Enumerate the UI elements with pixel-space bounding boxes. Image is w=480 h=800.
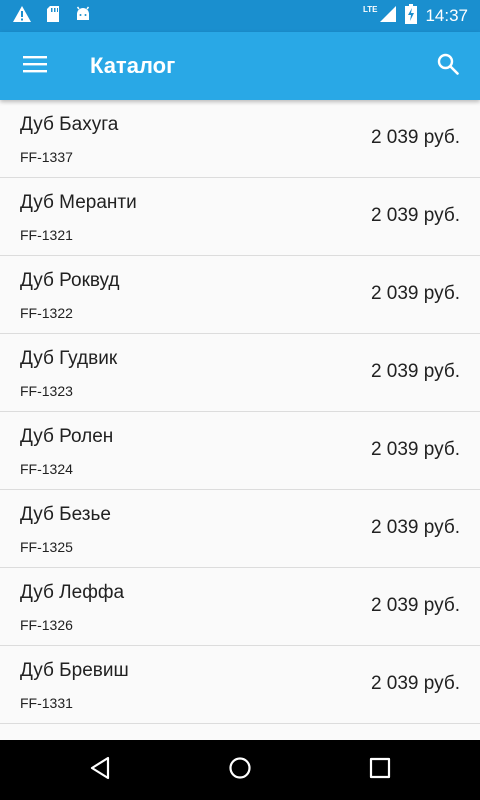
list-item[interactable]: Дуб Безье FF-1325 2 039 руб. <box>0 490 480 568</box>
item-price: 2 039 руб. <box>370 127 460 148</box>
menu-icon <box>23 55 47 78</box>
item-price: 2 039 руб. <box>370 517 460 538</box>
navigation-bar <box>0 740 480 800</box>
signal-icon <box>379 5 397 28</box>
status-bar: LTE 14:37 <box>0 0 480 32</box>
item-name: Дуб Меранти <box>20 192 137 213</box>
status-bar-system: LTE 14:37 <box>363 0 468 32</box>
list-item[interactable]: Дуб Бревиш FF-1331 2 039 руб. <box>0 646 480 724</box>
item-price: 2 039 руб. <box>370 283 460 304</box>
list-item[interactable]: Дуб Леффа FF-1326 2 039 руб. <box>0 568 480 646</box>
item-price: 2 039 руб. <box>370 439 460 460</box>
recents-icon <box>369 757 391 784</box>
search-button[interactable] <box>428 46 468 86</box>
status-bar-notifications <box>12 0 92 32</box>
battery-charging-icon <box>405 3 418 29</box>
item-code: FF-1323 <box>20 383 73 399</box>
catalog-list[interactable]: Дуб Бахуга FF-1337 2 039 руб. Дуб Мерант… <box>0 100 480 740</box>
android-icon <box>74 5 92 28</box>
warning-icon <box>12 5 32 28</box>
item-code: FF-1325 <box>20 539 73 555</box>
item-code: FF-1322 <box>20 305 73 321</box>
item-name: Дуб Бахуга <box>20 114 119 135</box>
item-code: FF-1324 <box>20 461 73 477</box>
clock: 14:37 <box>425 6 468 25</box>
item-name: Дуб Гудвик <box>20 348 118 369</box>
back-icon <box>89 756 111 785</box>
item-price: 2 039 руб. <box>370 205 460 226</box>
sd-card-icon <box>46 5 60 28</box>
item-name: Дуб Роквуд <box>20 270 120 291</box>
list-item[interactable]: Дуб Бахуга FF-1337 2 039 руб. <box>0 100 480 178</box>
list-item[interactable]: Дуб Меранти FF-1321 2 039 руб. <box>0 178 480 256</box>
back-button[interactable] <box>70 750 130 790</box>
item-code: FF-1326 <box>20 617 73 633</box>
recents-button[interactable] <box>350 750 410 790</box>
list-item[interactable]: Дуб Роквуд FF-1322 2 039 руб. <box>0 256 480 334</box>
search-icon <box>437 53 459 80</box>
item-code: FF-1321 <box>20 227 73 243</box>
item-name: Дуб Леффа <box>20 582 125 603</box>
item-price: 2 039 руб. <box>370 673 460 694</box>
home-button[interactable] <box>210 750 270 790</box>
item-name: Дуб Бревиш <box>20 660 129 681</box>
app-bar: Каталог <box>0 32 480 100</box>
item-price: 2 039 руб. <box>370 361 460 382</box>
list-item[interactable]: Дуб Гудвик FF-1323 2 039 руб. <box>0 334 480 412</box>
menu-button[interactable] <box>14 46 56 86</box>
item-name: Дуб Ролен <box>20 426 114 447</box>
item-code: FF-1331 <box>20 695 73 711</box>
home-icon <box>228 756 252 785</box>
item-name: Дуб Безье <box>20 504 111 525</box>
list-item[interactable]: Дуб Ролен FF-1324 2 039 руб. <box>0 412 480 490</box>
page-title: Каталог <box>90 53 176 78</box>
network-type: LTE <box>362 4 378 14</box>
item-price: 2 039 руб. <box>370 595 460 616</box>
item-code: FF-1337 <box>20 149 73 165</box>
